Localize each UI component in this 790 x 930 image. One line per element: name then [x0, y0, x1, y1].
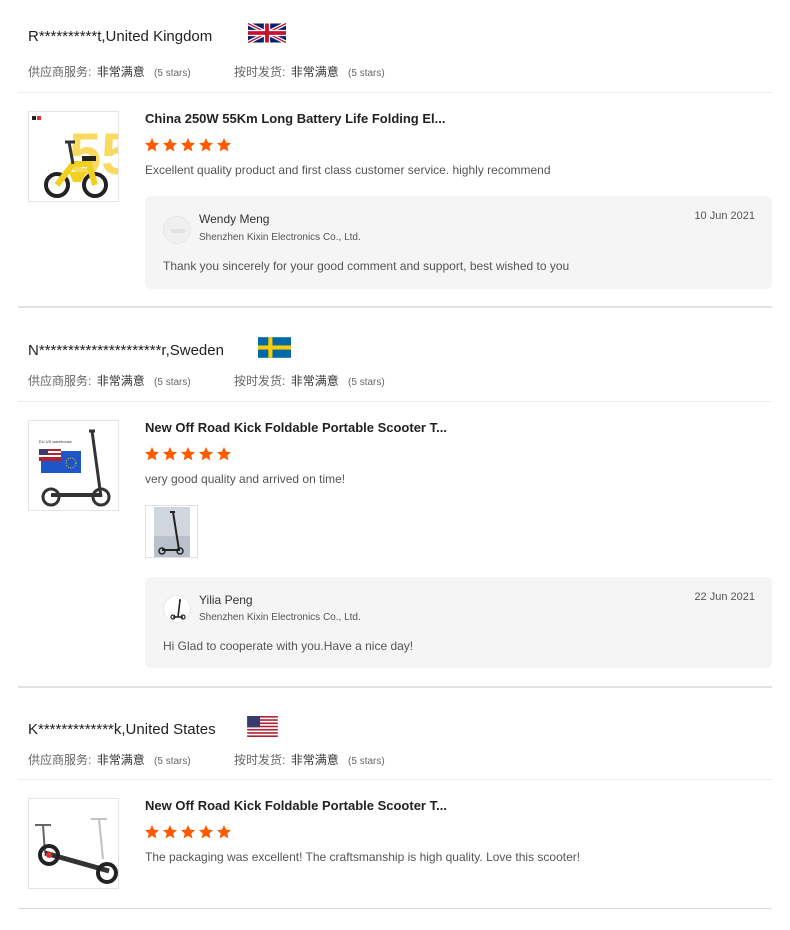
reply-company: Shenzhen Kixin Electronics Co., Ltd.	[199, 232, 361, 243]
star-rating	[144, 824, 232, 840]
product-thumbnail[interactable]	[28, 798, 119, 889]
supplier-service-value: 非常满意	[96, 374, 145, 388]
review-card: R**********t,United Kingdom 供应商服务: 非常满意 …	[18, 0, 772, 308]
usa-flag-icon	[247, 716, 278, 737]
supplier-service-label: 供应商服务:	[28, 753, 92, 767]
product-title-link[interactable]: New Off Road Kick Foldable Portable Scoo…	[145, 798, 447, 813]
divider	[18, 306, 772, 308]
product-thumbnail[interactable]: 55	[28, 111, 119, 202]
product-thumbnail[interactable]: EU US warehouse	[28, 420, 119, 511]
review-card: N*********************r,Sweden 供应商服务: 非常…	[18, 320, 772, 688]
review-photo[interactable]	[145, 505, 198, 558]
star-rating	[144, 137, 232, 153]
reply-company: Shenzhen Kixin Electronics Co., Ltd.	[199, 612, 361, 623]
supplier-reply: Wendy Meng Shenzhen Kixin Electronics Co…	[145, 196, 772, 289]
on-time-shipping-value: 非常满意	[290, 374, 339, 388]
star-rating	[144, 446, 232, 462]
supplier-service-label: 供应商服务:	[28, 65, 92, 79]
uk-flag-icon	[248, 22, 286, 44]
on-time-shipping-value: 非常满意	[290, 753, 339, 767]
supplier-reply: Yilia Peng Shenzhen Kixin Electronics Co…	[145, 577, 772, 668]
supplier-service-stars: (5 stars)	[154, 377, 191, 388]
avatar	[163, 216, 191, 244]
reply-text: Thank you sincerely for your good commen…	[163, 259, 570, 273]
supplier-service-stars: (5 stars)	[154, 68, 191, 79]
on-time-shipping-stars: (5 stars)	[348, 377, 385, 388]
star-icon	[198, 137, 214, 153]
sweden-flag-icon	[258, 337, 291, 358]
star-icon	[216, 824, 232, 840]
supplier-ratings: 供应商服务: 非常满意 (5 stars) 按时发货: 非常满意 (5 star…	[28, 372, 385, 389]
supplier-ratings: 供应商服务: 非常满意 (5 stars) 按时发货: 非常满意 (5 star…	[28, 63, 385, 80]
on-time-shipping-label: 按时发货:	[234, 753, 286, 767]
reply-author: Yilia Peng	[199, 593, 253, 607]
star-icon	[144, 137, 160, 153]
divider	[18, 401, 772, 402]
supplier-service-stars: (5 stars)	[154, 756, 191, 767]
star-icon	[180, 824, 196, 840]
reply-date: 10 Jun 2021	[694, 210, 755, 222]
review-comment: The packaging was excellent! The craftsm…	[145, 850, 581, 864]
star-icon	[144, 446, 160, 462]
supplier-service-label: 供应商服务:	[28, 374, 92, 388]
star-icon	[216, 446, 232, 462]
star-icon	[162, 824, 178, 840]
star-icon	[144, 824, 160, 840]
on-time-shipping-value: 非常满意	[290, 65, 339, 79]
on-time-shipping-label: 按时发货:	[234, 374, 286, 388]
star-icon	[180, 446, 196, 462]
divider	[18, 92, 772, 93]
buyer-name: N*********************r,Sweden	[28, 342, 224, 359]
reply-text: Hi Glad to cooperate with you.Have a nic…	[163, 639, 414, 653]
review-comment: very good quality and arrived on time!	[145, 472, 346, 486]
reply-date: 22 Jun 2021	[694, 591, 755, 603]
star-icon	[198, 824, 214, 840]
star-icon	[198, 446, 214, 462]
avatar	[163, 595, 191, 623]
on-time-shipping-stars: (5 stars)	[348, 756, 385, 767]
buyer-name: K*************k,United States	[28, 721, 216, 738]
buyer-name: R**********t,United Kingdom	[28, 28, 213, 45]
star-icon	[162, 446, 178, 462]
thumbnail-caption: EU US warehouse	[39, 439, 73, 444]
divider	[18, 686, 772, 688]
review-card: K*************k,United States 供应商服务: 非常满…	[18, 700, 772, 909]
divider	[18, 908, 772, 909]
on-time-shipping-label: 按时发货:	[234, 65, 286, 79]
supplier-service-value: 非常满意	[96, 65, 145, 79]
divider	[18, 779, 772, 780]
star-icon	[216, 137, 232, 153]
supplier-ratings: 供应商服务: 非常满意 (5 stars) 按时发货: 非常满意 (5 star…	[28, 751, 385, 768]
product-title-link[interactable]: New Off Road Kick Foldable Portable Scoo…	[145, 420, 447, 435]
supplier-service-value: 非常满意	[96, 753, 145, 767]
star-icon	[162, 137, 178, 153]
on-time-shipping-stars: (5 stars)	[348, 68, 385, 79]
product-title-link[interactable]: China 250W 55Km Long Battery Life Foldin…	[145, 111, 445, 126]
reply-author: Wendy Meng	[199, 212, 270, 226]
review-comment: Excellent quality product and first clas…	[145, 163, 551, 177]
star-icon	[180, 137, 196, 153]
